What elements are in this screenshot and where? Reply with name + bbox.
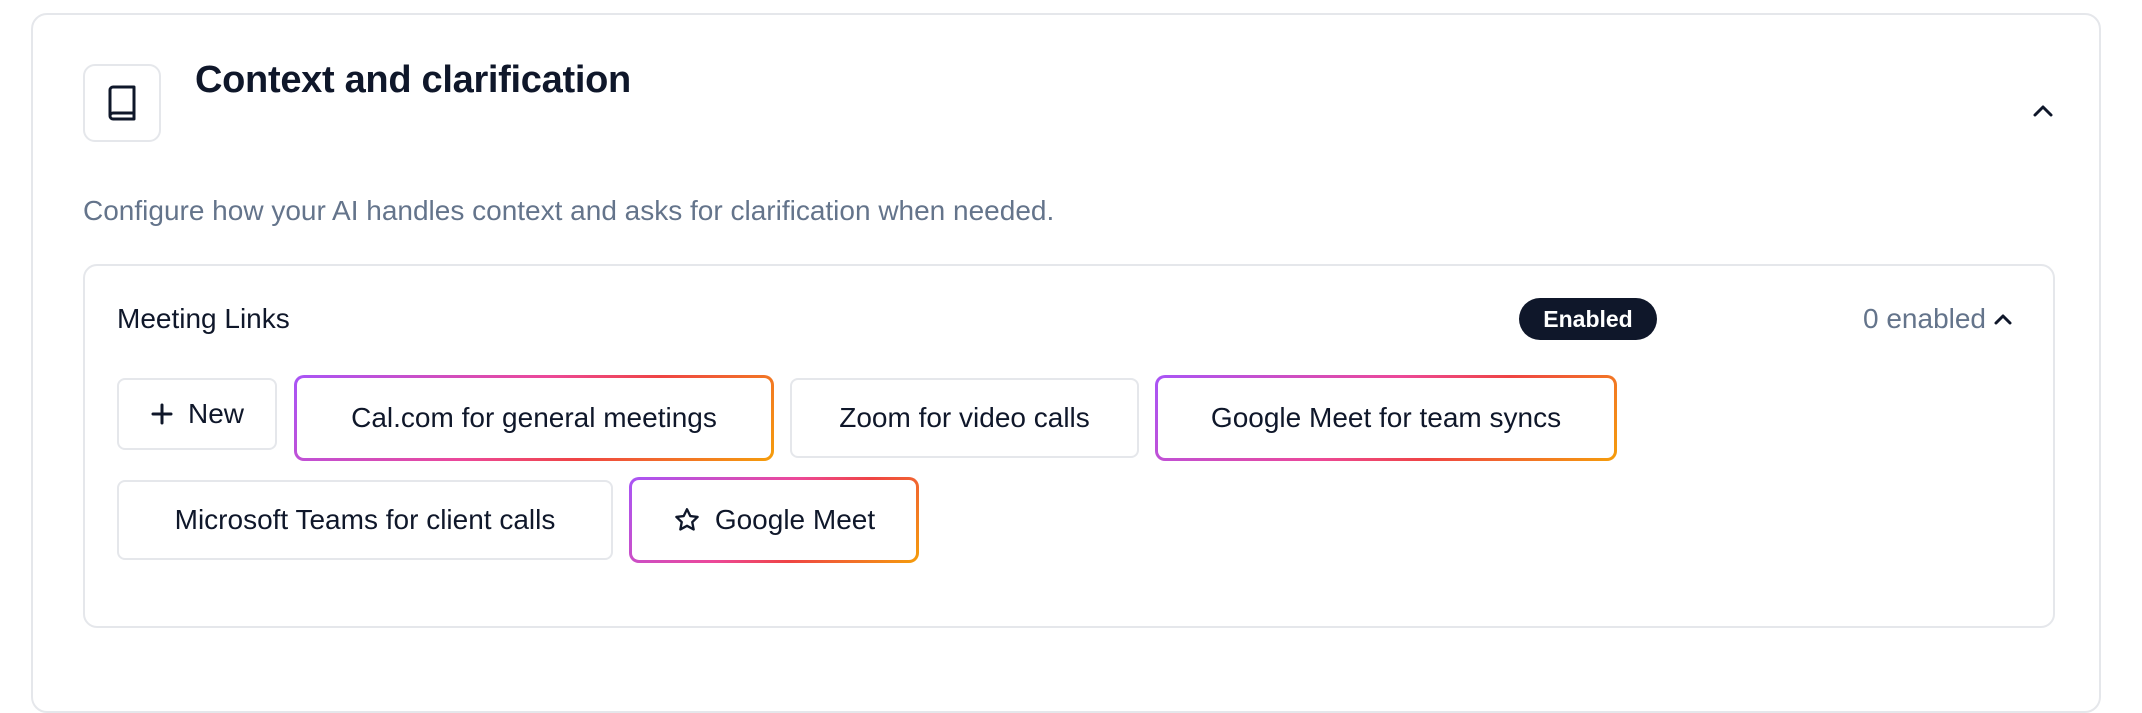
enabled-count-label: 0 enabled (1863, 303, 1987, 334)
link-chip[interactable]: Microsoft Teams for client calls (117, 480, 613, 560)
collapse-section-button[interactable] (2023, 91, 2063, 131)
link-chip-label: Cal.com for general meetings (351, 402, 717, 433)
section-icon-box (83, 64, 161, 142)
link-chip[interactable]: Google Meet (629, 477, 919, 563)
meeting-links-title: Meeting Links (117, 303, 290, 334)
link-chip-label: Microsoft Teams for client calls (174, 504, 556, 535)
link-chip[interactable]: Cal.com for general meetings (294, 375, 774, 461)
link-chip[interactable]: Google Meet for team syncs (1155, 375, 1617, 461)
new-link-button[interactable]: New (117, 378, 277, 450)
link-chip-label: Google Meet (714, 504, 876, 535)
new-link-label: New (187, 398, 244, 429)
meeting-links-panel: Meeting Links Enabled 0 enabled New Cal.… (83, 264, 2055, 628)
star-icon (675, 508, 699, 531)
status-badge: Enabled (1519, 298, 1657, 340)
section-title: Context and clarification (195, 59, 631, 101)
link-chip-label: Zoom for video calls (839, 402, 1090, 433)
link-chip[interactable]: Zoom for video calls (790, 378, 1139, 458)
chevron-up-icon (1994, 314, 2012, 325)
link-chip-label: Google Meet for team syncs (1210, 402, 1562, 433)
enabled-count-toggle[interactable]: 0 enabled (1863, 303, 2014, 335)
settings-card: Context and clarification Configure how … (31, 13, 2101, 713)
plus-icon (151, 403, 173, 425)
chevron-up-icon (2033, 105, 2053, 117)
book-icon (108, 85, 136, 121)
section-description: Configure how your AI handles context an… (83, 195, 1055, 226)
